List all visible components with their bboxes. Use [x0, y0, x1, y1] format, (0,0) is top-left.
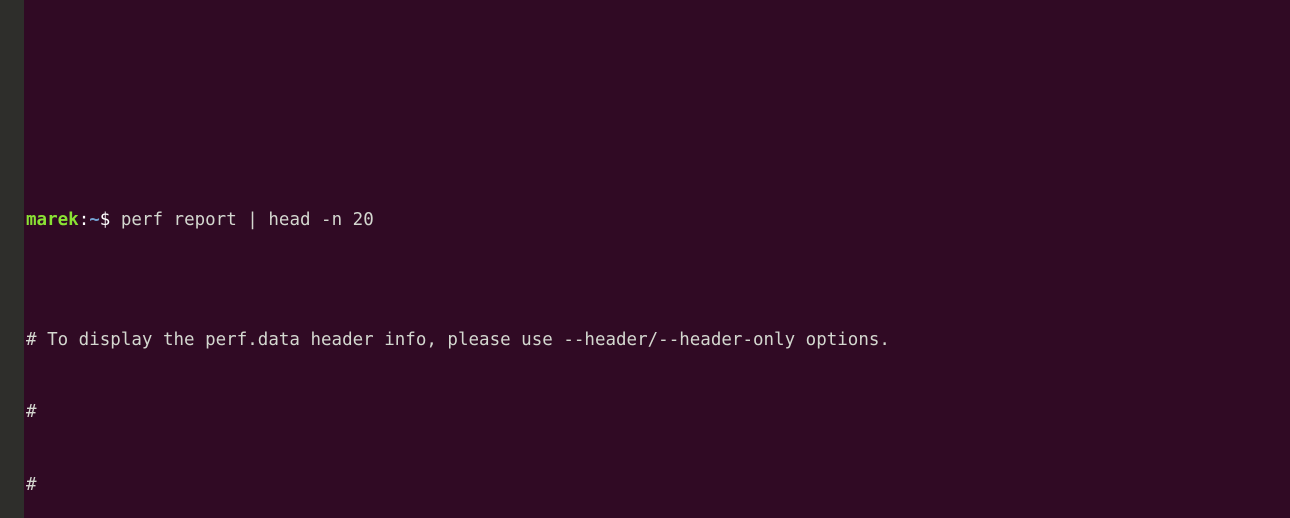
terminal-screen[interactable]: marek:~$ perf report | head -n 20 # To d…	[24, 0, 1290, 518]
prompt-path: ~	[89, 209, 100, 230]
window-chrome-gutter	[0, 0, 24, 518]
output-line: #	[26, 402, 37, 423]
scrollback-sliver	[24, 87, 1290, 111]
prompt-colon: :	[78, 209, 90, 230]
output-line: #	[26, 474, 37, 495]
prompt-user: marek	[26, 209, 79, 230]
terminal-output: marek:~$ perf report | head -n 20 # To d…	[24, 0, 1290, 518]
prompt-line: marek:~$ perf report | head -n 20	[24, 208, 1290, 232]
prompt-command: perf report | head -n 20	[110, 209, 374, 230]
prompt-dollar: $	[99, 209, 111, 230]
terminal-window[interactable]: marek:~$ perf report | head -n 20 # To d…	[0, 0, 1290, 518]
output-line: # To display the perf.data header info, …	[26, 330, 890, 351]
